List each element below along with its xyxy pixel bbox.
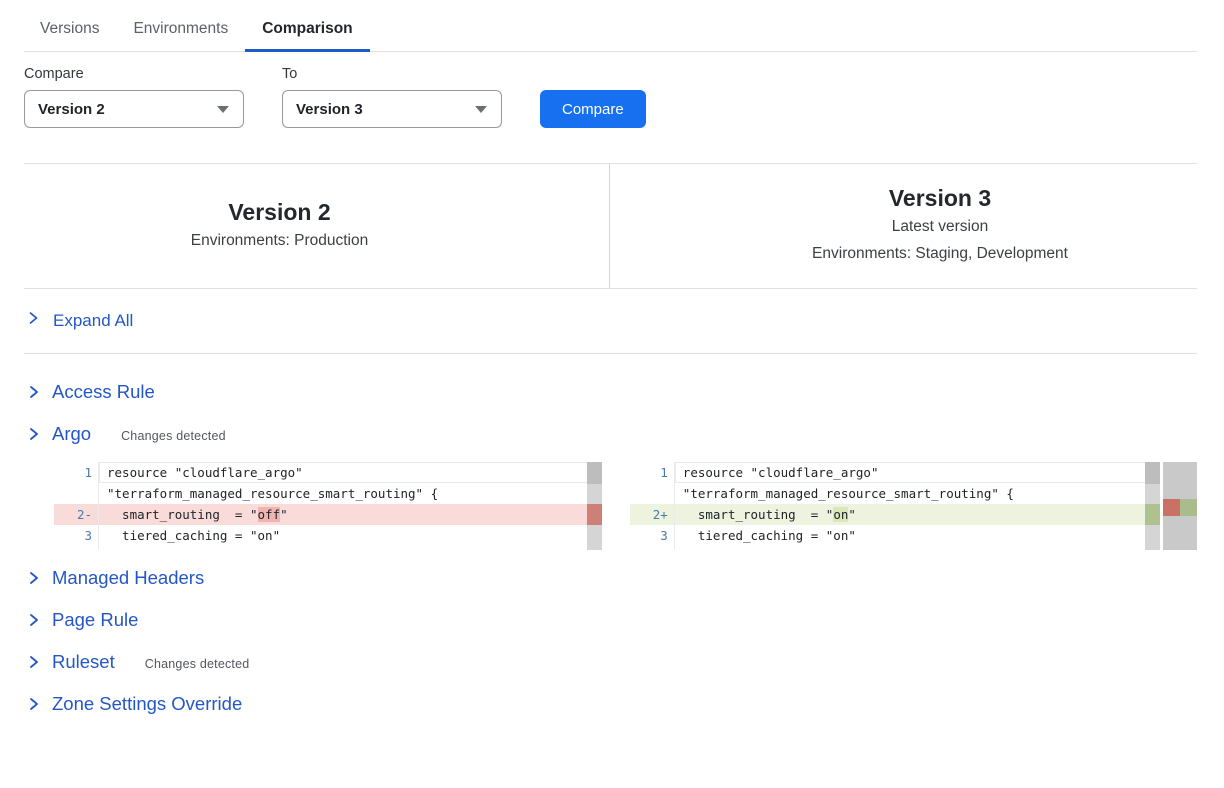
code-text: tiered_caching = "on"	[99, 525, 602, 546]
right-panel-scrollbar[interactable]	[1145, 462, 1160, 550]
chevron-right-icon	[26, 695, 41, 713]
chevron-right-icon	[26, 569, 41, 587]
line-number: 1	[630, 462, 675, 483]
chevron-right-icon	[26, 653, 41, 671]
code-text: "terraform_managed_resource_smart_routin…	[99, 483, 602, 504]
code-text: }	[675, 546, 1160, 550]
compare-label: Compare	[24, 66, 244, 82]
compare-to-select[interactable]: Version 3	[282, 90, 502, 128]
code-text: smart_routing = "off"	[99, 504, 602, 525]
line-number	[54, 483, 99, 504]
diff-line: 4 }	[54, 546, 602, 550]
resource-sections: Access Rule Argo Changes detected 1 reso…	[0, 378, 1224, 718]
to-label: To	[282, 66, 502, 82]
version-header-left: Version 2 Environments: Production	[24, 164, 610, 288]
code-text: "terraform_managed_resource_smart_routin…	[675, 483, 1160, 504]
diff-panel-left: 1 resource "cloudflare_argo" "terraform_…	[54, 462, 602, 550]
expand-all-label: Expand All	[53, 311, 133, 331]
scrollbar-thumb[interactable]	[1145, 462, 1160, 484]
tab-comparison[interactable]: Comparison	[245, 12, 369, 51]
section-label: Managed Headers	[52, 567, 204, 589]
code-text: resource "cloudflare_argo"	[99, 462, 602, 483]
diff-line: 1 resource "cloudflare_argo"	[54, 462, 602, 483]
section-access-rule[interactable]: Access Rule	[24, 378, 1197, 406]
diff-line: 4 }	[630, 546, 1160, 550]
section-zone-settings-override[interactable]: Zone Settings Override	[24, 690, 1197, 718]
diff-line: "terraform_managed_resource_smart_routin…	[630, 483, 1160, 504]
changes-badge: Changes detected	[145, 654, 250, 671]
line-number: 2-	[54, 504, 99, 525]
code-text: smart_routing = "on"	[675, 504, 1160, 525]
left-version-environments: Environments: Production	[24, 227, 535, 254]
left-version-title: Version 2	[24, 197, 535, 227]
chevron-down-icon	[475, 106, 487, 113]
scrollbar-thumb[interactable]	[587, 462, 602, 484]
chevron-down-icon	[217, 106, 229, 113]
code-text: resource "cloudflare_argo"	[675, 462, 1160, 483]
left-panel-scrollbar[interactable]	[587, 462, 602, 550]
code-suffix: "	[848, 507, 856, 522]
compare-from-group: Compare Version 2	[24, 66, 244, 128]
section-managed-headers[interactable]: Managed Headers	[24, 564, 1197, 592]
removed-line-marker	[587, 504, 602, 525]
tab-versions[interactable]: Versions	[23, 12, 116, 51]
section-page-rule[interactable]: Page Rule	[24, 606, 1197, 634]
diff-line: "terraform_managed_resource_smart_routin…	[54, 483, 602, 504]
removed-word-highlight: off	[258, 507, 281, 522]
compare-button[interactable]: Compare	[540, 90, 646, 128]
code-text: tiered_caching = "on"	[675, 525, 1160, 546]
chevron-right-icon	[26, 383, 41, 401]
code-prefix: smart_routing = "	[683, 507, 834, 522]
added-line-marker	[1145, 504, 1160, 525]
tab-environments[interactable]: Environments	[116, 12, 245, 51]
section-label: Access Rule	[52, 381, 155, 403]
chevron-right-icon	[26, 611, 41, 629]
compare-to-value: Version 3	[296, 101, 363, 118]
diff-line: 3 tiered_caching = "on"	[630, 525, 1160, 546]
diff-line-removed: 2- smart_routing = "off"	[54, 504, 602, 525]
section-label: Ruleset	[52, 651, 115, 673]
diff-line-added: 2+ smart_routing = "on"	[630, 504, 1160, 525]
section-ruleset[interactable]: Ruleset Changes detected	[24, 648, 1197, 676]
diff-line: 3 tiered_caching = "on"	[54, 525, 602, 546]
line-number: 3	[630, 525, 675, 546]
compare-from-select[interactable]: Version 2	[24, 90, 244, 128]
compare-to-group: To Version 3	[282, 66, 502, 128]
added-word-highlight: on	[833, 507, 848, 522]
section-label: Argo	[52, 423, 91, 445]
section-argo[interactable]: Argo Changes detected	[24, 420, 1197, 448]
section-label: Page Rule	[52, 609, 138, 631]
right-version-title: Version 3	[683, 183, 1197, 213]
version-headers: Version 2 Environments: Production Versi…	[24, 163, 1197, 289]
line-number: 4	[630, 546, 675, 550]
line-number: 4	[54, 546, 99, 550]
minimap-added-marker	[1180, 499, 1197, 516]
right-version-environments: Environments: Staging, Development	[683, 240, 1197, 267]
tab-bar: Versions Environments Comparison	[24, 0, 1197, 52]
line-number: 1	[54, 462, 99, 483]
line-number	[630, 483, 675, 504]
code-text: }	[99, 546, 602, 550]
line-number: 3	[54, 525, 99, 546]
line-number: 2+	[630, 504, 675, 525]
diff-line: 1 resource "cloudflare_argo"	[630, 462, 1160, 483]
argo-diff-viewer: 1 resource "cloudflare_argo" "terraform_…	[54, 462, 1197, 550]
chevron-right-icon	[26, 310, 40, 331]
compare-from-value: Version 2	[38, 101, 105, 118]
version-header-right: Version 3 Latest version Environments: S…	[610, 164, 1197, 288]
comparison-page: Versions Environments Comparison Compare…	[0, 0, 1224, 788]
code-suffix: "	[280, 507, 288, 522]
chevron-right-icon	[26, 425, 41, 443]
compare-controls: Compare Version 2 To Version 3 Compare	[24, 66, 1200, 128]
section-label: Zone Settings Override	[52, 693, 242, 715]
code-prefix: smart_routing = "	[107, 507, 258, 522]
diff-panel-right: 1 resource "cloudflare_argo" "terraform_…	[630, 462, 1160, 550]
expand-all-toggle[interactable]: Expand All	[24, 289, 1197, 354]
changes-badge: Changes detected	[121, 426, 226, 443]
right-version-subtitle: Latest version	[683, 213, 1197, 240]
diff-overview-minimap[interactable]	[1163, 462, 1197, 550]
minimap-removed-marker	[1163, 499, 1180, 516]
